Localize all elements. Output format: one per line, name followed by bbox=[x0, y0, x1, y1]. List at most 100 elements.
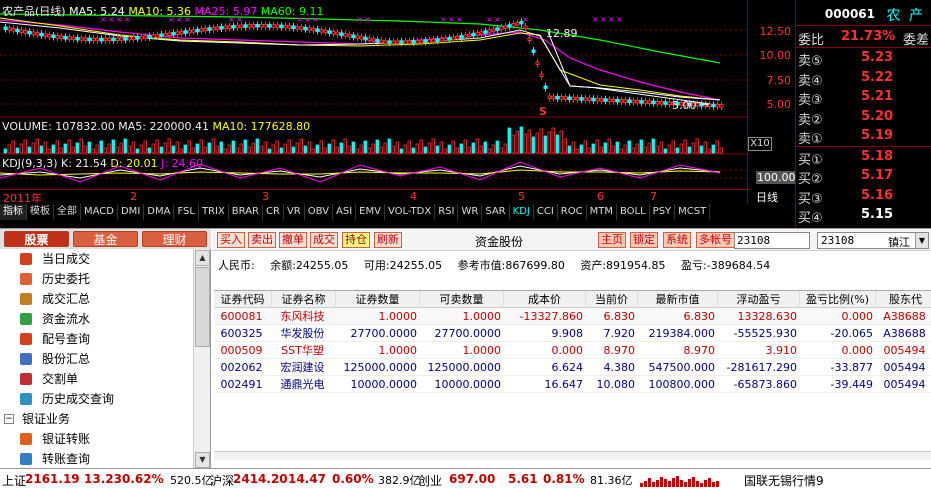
indicator-tab[interactable]: BOLL bbox=[616, 204, 650, 220]
tree-item[interactable]: 历史委托 bbox=[0, 269, 193, 289]
indicator-tab[interactable]: DMA bbox=[144, 204, 175, 220]
table-row[interactable]: 600081 东风科技 1.0000 1.0000 -13327.860 6.830 6.8… bbox=[214, 308, 931, 325]
volume-bar bbox=[119, 142, 123, 154]
table-header-cell[interactable]: 盈亏比例(%) bbox=[800, 291, 876, 308]
indicator-tab[interactable]: MTM bbox=[586, 204, 617, 220]
toolbar-button[interactable]: 买入 bbox=[217, 232, 245, 248]
tree-item[interactable]: 历史成交查询 bbox=[0, 389, 193, 409]
buy-order-row[interactable]: 买④ 5.15 bbox=[796, 205, 931, 226]
indicator-tab[interactable]: WR bbox=[458, 204, 483, 220]
table-header-cell[interactable]: 浮动盈亏 bbox=[718, 291, 800, 308]
indicator-tab[interactable]: EMV bbox=[356, 204, 385, 220]
indicator-tab[interactable]: ASI bbox=[333, 204, 357, 220]
indicator-tab[interactable]: RSI bbox=[435, 204, 459, 220]
period-label[interactable]: 日线 bbox=[756, 189, 778, 205]
tree-item[interactable]: 成交汇总 bbox=[0, 289, 193, 309]
scroll-down-icon[interactable]: ▼ bbox=[195, 452, 210, 468]
indicator-tab[interactable]: DMI bbox=[117, 204, 145, 220]
table-header-cell[interactable]: 可卖数量 bbox=[420, 291, 504, 308]
indicator-tab[interactable]: 模板 bbox=[27, 204, 54, 220]
table-header-cell[interactable]: 证券名称 bbox=[272, 291, 336, 308]
indicator-tab[interactable]: VOL-TDX bbox=[384, 204, 436, 220]
chevron-down-icon[interactable]: ▼ bbox=[915, 233, 928, 248]
scroll-up-icon[interactable]: ▲ bbox=[195, 250, 210, 266]
volume-scale-button[interactable]: X10 bbox=[748, 137, 772, 151]
tree-item[interactable]: 交割单 bbox=[0, 369, 193, 389]
table-header-cell[interactable]: 成本价 bbox=[504, 291, 586, 308]
indicator-tab[interactable]: ROC bbox=[557, 204, 587, 220]
sell-order-row[interactable]: 卖① 5.19 bbox=[796, 126, 931, 147]
quote-feed-label[interactable]: 国联无锡行情9 bbox=[744, 472, 824, 489]
table-header-cell[interactable]: 最新市值 bbox=[638, 291, 718, 308]
indicator-tab[interactable]: KDJ bbox=[509, 204, 534, 220]
table-row[interactable]: 002491 通鼎光电 10000.0000 10000.0000 16.647 10.0… bbox=[214, 376, 931, 393]
indicator-tab[interactable]: 指标 bbox=[0, 204, 27, 220]
tree-item[interactable]: 当日成交 bbox=[0, 249, 193, 269]
volume-bar bbox=[711, 144, 715, 154]
table-horizontal-scrollbar[interactable] bbox=[214, 451, 931, 460]
account-select[interactable]: 23108 镇江 ▼ bbox=[817, 232, 929, 249]
buy-level-label: 买② bbox=[798, 172, 823, 187]
table-row[interactable]: 000509 SST华塑 1.0000 1.0000 0.000 8.970 8.970 3.… bbox=[214, 342, 931, 359]
table-header-cell[interactable]: 股东代 bbox=[876, 291, 931, 308]
kline-chart-canvas[interactable]: × × × × × × × × × × × × × × × × × × × × × × × × bbox=[0, 0, 747, 204]
time-axis-tick: 2 bbox=[130, 190, 137, 203]
collapse-icon[interactable]: − bbox=[4, 414, 14, 424]
toolbar-right-button[interactable]: 系统 bbox=[663, 232, 691, 248]
time-axis-tick: 3 bbox=[262, 190, 269, 203]
toolbar-button[interactable]: 卖出 bbox=[248, 232, 276, 248]
buy-order-row[interactable]: 买③ 5.16 bbox=[796, 186, 931, 207]
tree-item[interactable]: 资金流水 bbox=[0, 309, 193, 329]
function-tab[interactable]: 基金 bbox=[73, 231, 138, 247]
candle-body bbox=[583, 97, 588, 101]
tree-item[interactable]: 股份汇总 bbox=[0, 349, 193, 369]
function-tab[interactable]: 理财 bbox=[142, 231, 207, 247]
indicator-tab[interactable]: OBV bbox=[304, 204, 333, 220]
table-row[interactable]: 002062 宏润建设 125000.0000 125000.0000 6.624 4.3… bbox=[214, 359, 931, 376]
scroll-thumb[interactable] bbox=[195, 267, 210, 347]
tree-item[interactable]: − 银证业务 bbox=[0, 409, 193, 429]
candle-body bbox=[275, 24, 280, 28]
sell-order-row[interactable]: 卖② 5.20 bbox=[796, 107, 931, 128]
table-row[interactable]: 600325 华发股份 27700.0000 27700.0000 9.908 7.920… bbox=[214, 325, 931, 342]
candle-body bbox=[19, 29, 24, 33]
ma25-line bbox=[0, 19, 721, 101]
table-header-cell[interactable]: 证券数量 bbox=[336, 291, 420, 308]
tree-item[interactable]: 银证转账 bbox=[0, 429, 193, 449]
sell-order-row[interactable]: 卖③ 5.21 bbox=[796, 87, 931, 108]
indicator-tab[interactable]: FSL bbox=[174, 204, 199, 220]
toolbar-button[interactable]: 撤单 bbox=[279, 232, 307, 248]
table-header-cell[interactable]: 当前价 bbox=[586, 291, 638, 308]
account-input[interactable] bbox=[734, 232, 810, 249]
table-header-cell[interactable]: 证券代码 bbox=[214, 291, 272, 308]
toolbar-right-button[interactable]: 主页 bbox=[598, 232, 626, 248]
indicator-tab[interactable]: 全部 bbox=[54, 204, 81, 220]
toolbar-right-button[interactable]: 锁定 bbox=[630, 232, 658, 248]
tree-item[interactable]: 转账查询 bbox=[0, 449, 193, 469]
indicator-tab[interactable]: MCST bbox=[675, 204, 711, 220]
candle-body bbox=[611, 98, 616, 103]
indicator-tab[interactable]: TRIX bbox=[198, 204, 229, 220]
toolbar-right-button[interactable]: 多帐号 bbox=[696, 232, 735, 248]
indicator-tab[interactable]: VR bbox=[283, 204, 305, 220]
indicator-tab[interactable]: SAR bbox=[482, 204, 510, 220]
indicator-tab[interactable]: CCI bbox=[533, 204, 558, 220]
tree-item[interactable]: 配号查询 bbox=[0, 329, 193, 349]
buy-order-row[interactable]: 买① 5.18 bbox=[796, 147, 931, 168]
sell-order-row[interactable]: 卖⑤ 5.23 bbox=[796, 48, 931, 69]
function-tab[interactable]: 股票 bbox=[4, 231, 69, 247]
toolbar-button[interactable]: 持仓 bbox=[342, 232, 370, 248]
function-tree-scrollbar[interactable]: ▲ ▼ bbox=[193, 249, 210, 469]
candle-body bbox=[259, 23, 264, 28]
kline-chart-area[interactable]: × × × × × × × × × × × × × × × × × × × × × × × × 农产品(日线) MA5: 5.… bbox=[0, 0, 795, 228]
indicator-tab[interactable]: PSY bbox=[649, 204, 676, 220]
indicator-tab[interactable]: MACD bbox=[81, 204, 118, 220]
buy-order-row[interactable]: 买② 5.17 bbox=[796, 166, 931, 187]
candle-body bbox=[363, 36, 368, 41]
toolbar-button[interactable]: 成交 bbox=[310, 232, 338, 248]
indicator-tab[interactable]: BRAR bbox=[228, 204, 263, 220]
toolbar-button[interactable]: 刷新 bbox=[374, 232, 402, 248]
signal-mark: × bbox=[486, 15, 493, 24]
sell-order-row[interactable]: 卖④ 5.22 bbox=[796, 68, 931, 89]
indicator-tab[interactable]: CR bbox=[263, 204, 284, 220]
